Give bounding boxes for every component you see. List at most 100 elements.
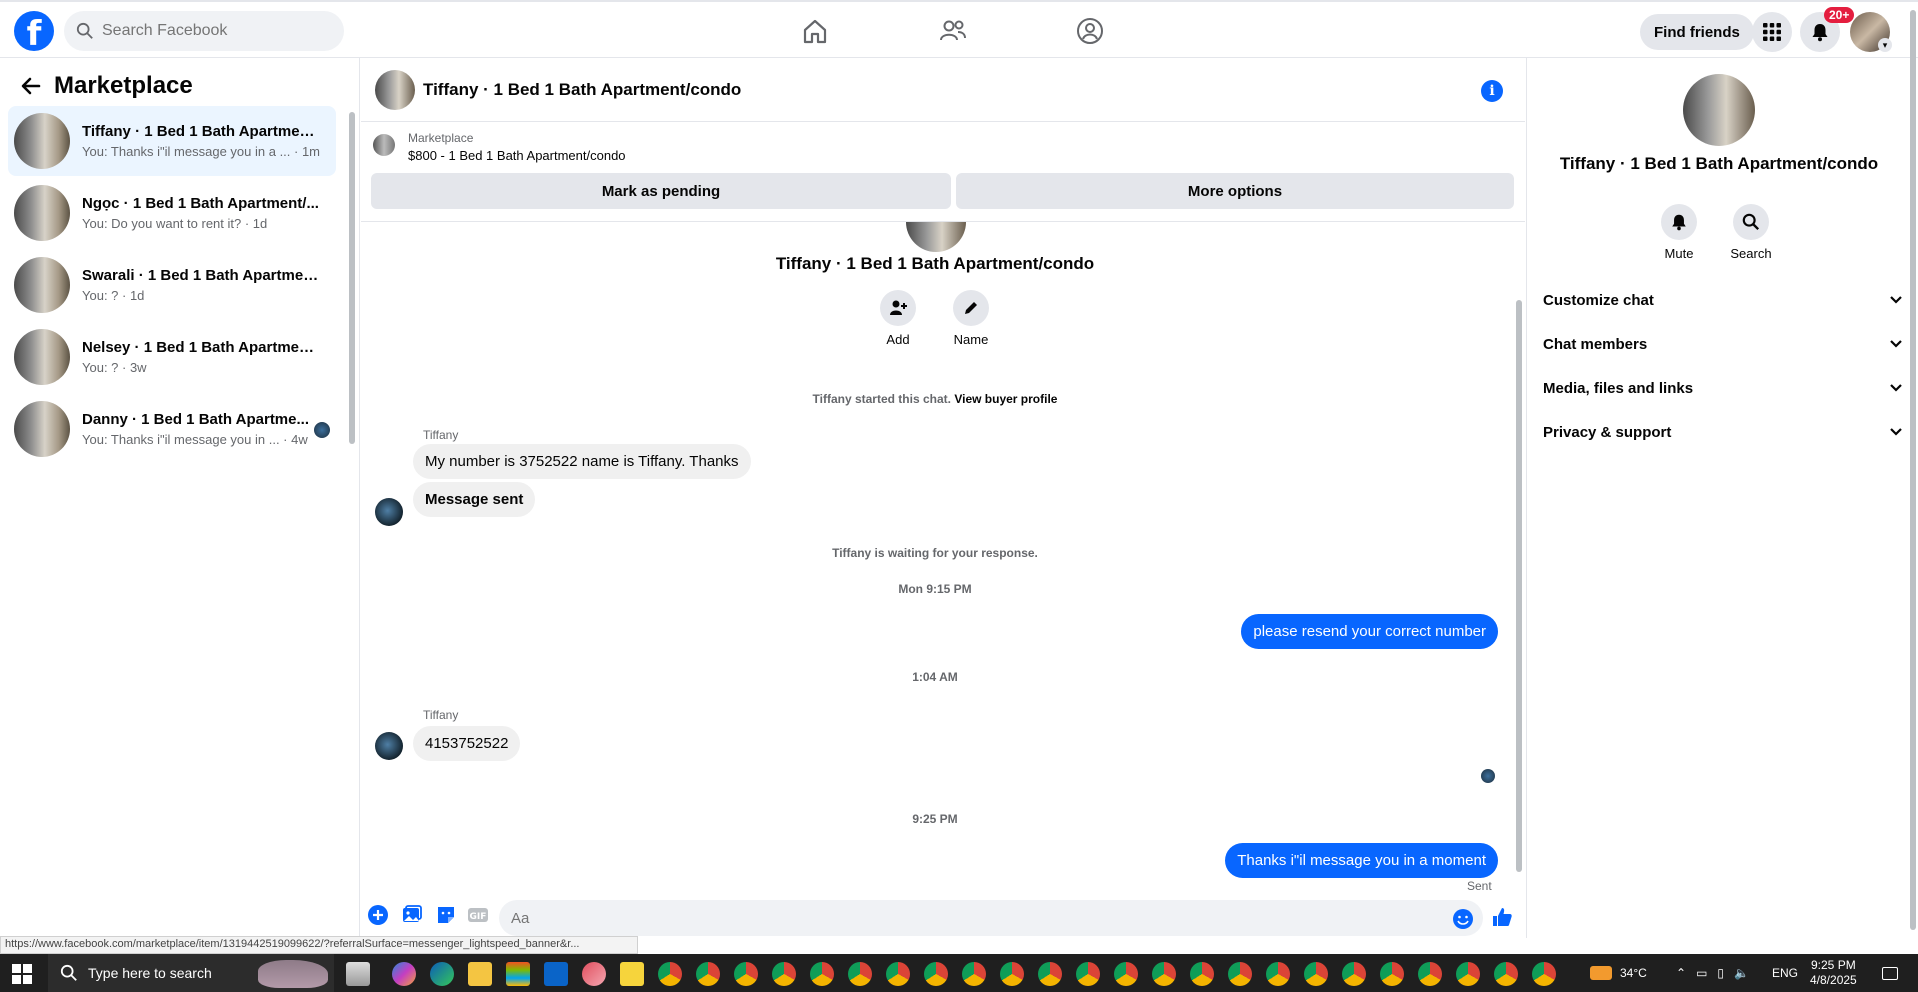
view-buyer-profile-link[interactable]: View buyer profile	[954, 392, 1057, 406]
sidebar-scrollbar[interactable]	[348, 98, 356, 498]
chrome-profile-icon[interactable]	[1114, 962, 1138, 986]
language-indicator[interactable]: ENG	[1772, 954, 1798, 992]
search-input[interactable]	[102, 22, 332, 40]
more-options-button[interactable]: More options	[956, 173, 1514, 209]
task-view-icon[interactable]	[346, 962, 370, 986]
chrome-profile-icon[interactable]	[962, 962, 986, 986]
chrome-profile-icon[interactable]	[1000, 962, 1024, 986]
media-files-links-row[interactable]: Media, files and links	[1543, 368, 1903, 408]
sticker-icon[interactable]	[435, 904, 457, 926]
chrome-profile-icon[interactable]	[1076, 962, 1100, 986]
chat-avatar[interactable]	[375, 70, 415, 110]
name-action[interactable]: Name	[941, 290, 1001, 347]
sender-avatar[interactable]	[375, 498, 403, 526]
chrome-profile-icon[interactable]	[1418, 962, 1442, 986]
system-tray-icons[interactable]: ⌃ ▭ ▯ 🔈	[1676, 954, 1749, 992]
chrome-profile-icon[interactable]	[810, 962, 834, 986]
chevron-down-icon	[1890, 384, 1902, 392]
chrome-profile-icon[interactable]	[1038, 962, 1062, 986]
copilot-icon[interactable]	[392, 962, 416, 986]
find-friends-button[interactable]: Find friends	[1640, 14, 1754, 50]
weather-tray[interactable]: 34°C	[1590, 954, 1647, 992]
emoji-icon[interactable]	[1452, 908, 1474, 930]
sticky-notes-icon[interactable]	[620, 962, 644, 986]
chrome-profile-icon[interactable]	[772, 962, 796, 986]
message-bubble-outgoing[interactable]: please resend your correct number	[1241, 614, 1498, 649]
facebook-logo[interactable]: f	[14, 11, 54, 51]
chevron-up-icon[interactable]: ⌃	[1676, 966, 1686, 980]
thumbs-up-icon[interactable]	[1491, 906, 1513, 928]
listing-price[interactable]: $800 - 1 Bed 1 Bath Apartment/condo	[408, 148, 626, 163]
search-box[interactable]	[64, 11, 344, 51]
conversation-item[interactable]: Nelsey · 1 Bed 1 Bath Apartment... You: …	[8, 322, 336, 392]
search-icon	[60, 964, 77, 981]
notification-center-icon[interactable]	[1882, 954, 1898, 992]
chat-members-row[interactable]: Chat members	[1543, 324, 1903, 364]
photo-icon[interactable]	[401, 904, 423, 926]
chat-title[interactable]: Tiffany · 1 Bed 1 Bath Apartment/condo	[423, 80, 741, 100]
scrollbar-thumb[interactable]	[349, 112, 355, 444]
customize-chat-row[interactable]: Customize chat	[1543, 280, 1903, 320]
conversation-item[interactable]: Swarali · 1 Bed 1 Bath Apartment... You:…	[8, 250, 336, 320]
groups-icon[interactable]	[1075, 16, 1105, 46]
message-input[interactable]	[499, 900, 1483, 936]
gif-icon[interactable]: GIF	[467, 904, 489, 926]
chrome-profile-icon[interactable]	[1342, 962, 1366, 986]
outlook-icon[interactable]	[544, 962, 568, 986]
chrome-profile-icon[interactable]	[1266, 962, 1290, 986]
home-icon[interactable]	[800, 16, 830, 46]
mute-action[interactable]: Mute	[1649, 204, 1709, 261]
plus-circle-icon[interactable]	[367, 904, 389, 926]
taskbar-search[interactable]: Type here to search	[48, 954, 334, 992]
chrome-profile-icon[interactable]	[848, 962, 872, 986]
edge-icon[interactable]	[430, 962, 454, 986]
chrome-profile-icon[interactable]	[1304, 962, 1328, 986]
store-icon[interactable]	[506, 962, 530, 986]
conversation-item[interactable]: Tiffany · 1 Bed 1 Bath Apartment... You:…	[8, 106, 336, 176]
scrollbar-thumb[interactable]	[1910, 10, 1916, 930]
conversation-item[interactable]: Ngọc · 1 Bed 1 Bath Apartment/... You: D…	[8, 178, 336, 248]
menu-button[interactable]	[1752, 12, 1792, 52]
battery-icon[interactable]: ▯	[1717, 966, 1724, 980]
message-bubble-incoming[interactable]: 4153752522	[413, 726, 521, 761]
privacy-support-row[interactable]: Privacy & support	[1543, 412, 1903, 452]
friends-icon[interactable]	[938, 16, 968, 46]
message-bubble-outgoing[interactable]: Thanks i"il message you in a moment	[1225, 843, 1498, 878]
conversation-item[interactable]: Danny · 1 Bed 1 Bath Apartme... You: Tha…	[8, 394, 336, 464]
file-explorer-icon[interactable]	[468, 962, 492, 986]
page-scrollbar[interactable]	[1908, 0, 1918, 938]
chrome-profile-icon[interactable]	[1532, 962, 1556, 986]
mark-as-pending-button[interactable]: Mark as pending	[371, 173, 951, 209]
chrome-profile-icon[interactable]	[1190, 962, 1214, 986]
sidebar-title: Marketplace	[54, 72, 193, 99]
chrome-icon[interactable]	[658, 962, 682, 986]
contact-avatar[interactable]	[1683, 74, 1755, 146]
windows-start-icon[interactable]	[12, 964, 32, 984]
chrome-profile-icon[interactable]	[1380, 962, 1404, 986]
message-bubble-incoming[interactable]: My number is 3752522 name is Tiffany. Th…	[413, 444, 751, 479]
message-bubble-incoming[interactable]: Message sent	[413, 482, 536, 517]
scrollbar-thumb[interactable]	[1516, 300, 1522, 872]
info-icon[interactable]: i	[1481, 80, 1503, 102]
system-clock[interactable]: 9:25 PM 4/8/2025	[1810, 958, 1857, 988]
chevron-down-icon[interactable]: ▾	[1878, 38, 1892, 52]
chrome-profile-icon[interactable]	[696, 962, 720, 986]
chrome-profile-icon[interactable]	[1228, 962, 1252, 986]
chrome-profile-icon[interactable]	[886, 962, 910, 986]
app-icon[interactable]	[582, 962, 606, 986]
chat-scrollbar[interactable]	[1513, 224, 1525, 892]
listing-thumbnail[interactable]	[373, 134, 395, 156]
search-action[interactable]: Search	[1721, 204, 1781, 261]
speaker-icon[interactable]: 🔈	[1734, 966, 1749, 980]
bell-icon	[1672, 214, 1686, 231]
chrome-profile-icon[interactable]	[734, 962, 758, 986]
taskbar-search-text: Type here to search	[88, 965, 212, 981]
chrome-profile-icon[interactable]	[1456, 962, 1480, 986]
network-icon[interactable]: ▭	[1696, 966, 1707, 980]
chrome-profile-icon[interactable]	[1494, 962, 1518, 986]
sender-avatar[interactable]	[375, 732, 403, 760]
chrome-profile-icon[interactable]	[1152, 962, 1176, 986]
back-arrow-icon[interactable]	[20, 75, 42, 97]
chrome-profile-icon[interactable]	[924, 962, 948, 986]
add-person-action[interactable]: Add	[868, 290, 928, 347]
